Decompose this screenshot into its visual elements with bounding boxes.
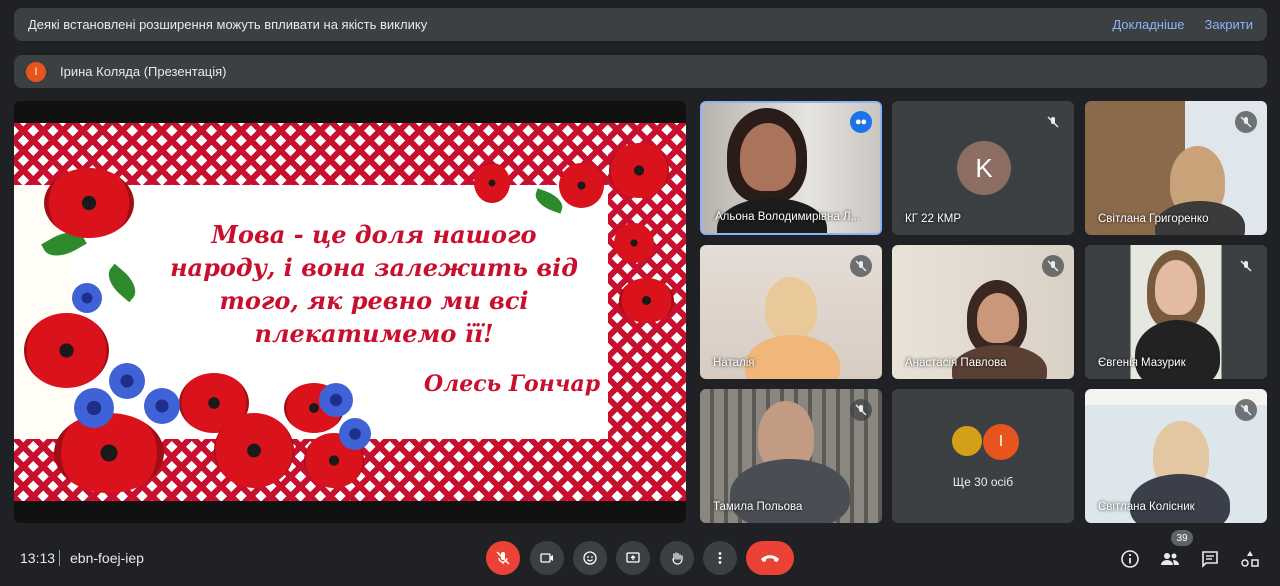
people-icon [1161,553,1179,565]
person-head [765,277,817,339]
reactions-button[interactable] [573,541,607,575]
presenter-avatar: І [26,61,46,82]
participant-name: Світлана Григоренко [1098,213,1209,225]
quote-line: народу, і вона залежить від [170,253,578,282]
info-icon [1121,550,1139,568]
activities-icon [1241,551,1259,567]
hang-up-icon [761,555,779,562]
presentation-slide: Мова - це доля нашого народу, і вона зал… [14,123,686,501]
person-face [740,123,796,191]
mic-off-icon [1042,111,1064,133]
present-screen-button[interactable] [616,541,650,575]
participant-name: Світлана Колісник [1098,501,1195,513]
extensions-warning-banner: Деякі встановлені розширення можуть впли… [14,8,1267,41]
cornflower [339,418,371,450]
people-button[interactable] [1159,548,1181,570]
mic-off-icon [1235,111,1257,133]
quote-line: Мова - це доля нашого [211,220,537,249]
presentation-title: Ірина Коляда (Презентація) [60,64,227,79]
more-participants-tile[interactable]: І Ще 30 осіб [892,389,1074,523]
chat-button[interactable] [1199,548,1221,570]
present-screen-icon [626,552,640,563]
smiley-icon [583,551,597,565]
participant-avatar [950,424,984,458]
mic-toggle-button[interactable] [486,541,520,575]
participants-count-badge: 39 [1171,530,1193,546]
poppy-flower [24,313,109,388]
cornflower [109,363,145,399]
mic-off-icon [496,551,510,565]
participant-name: КГ 22 КМР [905,213,962,225]
clock: 13:13 [20,550,56,566]
learn-more-link[interactable]: Докладніше [1112,17,1184,32]
meeting-code: ebn-foej-iep [70,550,144,566]
participant-tile[interactable]: K КГ 22 КМР [892,101,1074,235]
participant-tile[interactable]: Анастасія Павлова [892,245,1074,379]
speaking-indicator-icon: ⦁⦁ [850,111,872,133]
chat-icon [1202,551,1218,568]
participant-name: Анастасія Павлова [905,357,1007,369]
control-bar: 13:13 ebn-foej-iep 39 [0,528,1280,586]
poppy-flower [54,413,164,493]
poppy-flower [614,223,654,263]
cornflower [319,383,353,417]
cornflower [74,388,114,428]
camera-toggle-button[interactable] [530,541,564,575]
mic-off-icon [1042,255,1064,277]
more-participants-label: Ще 30 осіб [952,475,1014,489]
slide-quote: Мова - це доля нашого народу, і вона зал… [164,218,584,350]
poppy-flower [474,163,510,203]
participant-name: Наталія [713,357,755,369]
participant-name: Альона Володимирівна Л... [715,211,861,223]
participant-name: Євгенія Мазурик [1098,357,1186,369]
cornflower [144,388,180,424]
participant-tile[interactable]: ⦁⦁ Альона Володимирівна Л... [700,101,882,235]
close-banner-link[interactable]: Закрити [1205,17,1253,32]
end-call-button[interactable] [746,541,794,575]
person-face [1155,260,1197,315]
hand-icon [672,552,683,565]
person-face [977,293,1019,343]
banner-message: Деякі встановлені розширення можуть впли… [28,17,428,32]
cornflower [72,283,102,313]
poppy-flower [609,143,669,198]
activities-button[interactable] [1239,548,1261,570]
presentation-view[interactable]: Мова - це доля нашого народу, і вона зал… [14,101,686,523]
more-vert-icon [718,552,722,564]
participant-name: Тамила Польова [713,501,803,513]
mic-off-icon [1235,399,1257,421]
quote-author: Олесь Гончар [424,371,601,397]
poppy-flower [619,278,674,323]
poppy-flower [44,168,134,238]
mic-off-icon [850,255,872,277]
mic-off-icon [1235,255,1257,277]
raise-hand-button[interactable] [660,541,694,575]
participant-tile[interactable]: Тамила Польова [700,389,882,523]
participant-avatar: І [983,424,1019,460]
person-body [730,459,850,523]
divider [59,550,60,566]
quote-line: плекатимемо її! [254,319,494,348]
presentation-bar[interactable]: І Ірина Коляда (Презентація) [14,55,1267,88]
quote-line: того, як ревно ми всі [219,286,529,315]
participant-tile[interactable]: Наталія [700,245,882,379]
poppy-flower [559,163,604,208]
more-options-button[interactable] [703,541,737,575]
participant-tile[interactable]: Євгенія Мазурик [1085,245,1267,379]
video-camera-icon [540,553,553,563]
meeting-details-button[interactable] [1119,548,1141,570]
participant-tile[interactable]: Світлана Григоренко [1085,101,1267,235]
poppy-flower [214,413,294,488]
participant-tile[interactable]: Світлана Колісник [1085,389,1267,523]
mic-off-icon [850,399,872,421]
participant-avatar: K [957,141,1011,195]
